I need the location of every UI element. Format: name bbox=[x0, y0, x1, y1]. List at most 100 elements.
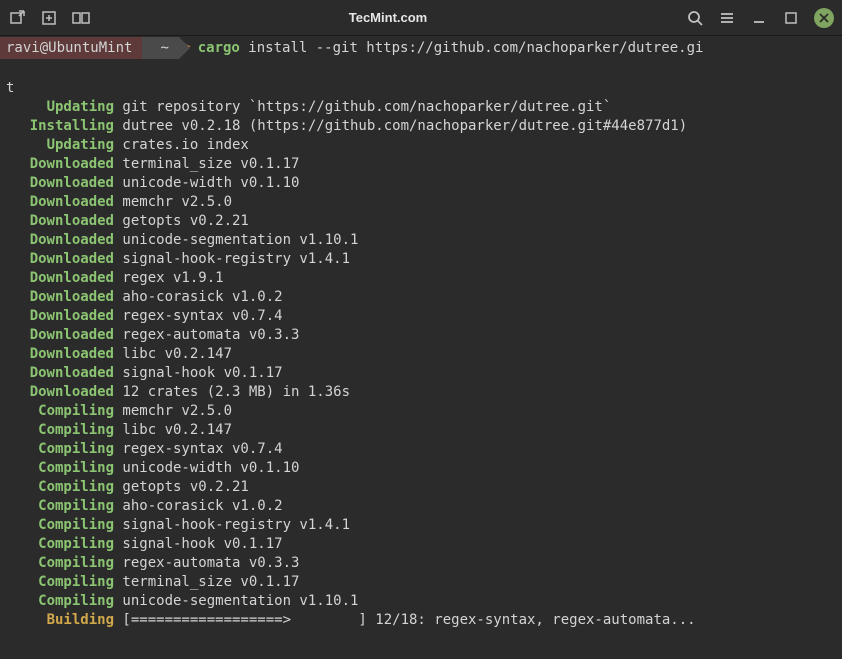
status-label: Downloaded bbox=[6, 155, 114, 174]
status-text: memchr v2.5.0 bbox=[114, 194, 232, 210]
output-line: Compiling memchr v2.5.0 bbox=[6, 402, 836, 421]
status-text: regex-syntax v0.7.4 bbox=[114, 441, 283, 457]
status-label: Installing bbox=[6, 117, 114, 136]
close-icon[interactable] bbox=[814, 8, 834, 28]
status-text: unicode-width v0.1.10 bbox=[114, 175, 299, 191]
status-label: Building bbox=[6, 611, 114, 630]
output-line: Updating git repository `https://github.… bbox=[6, 98, 836, 117]
status-label: Compiling bbox=[6, 421, 114, 440]
command-args: install --git https://github.com/nachopa… bbox=[240, 40, 704, 56]
split-icon[interactable] bbox=[72, 9, 90, 27]
status-label: Downloaded bbox=[6, 364, 114, 383]
output-line: Downloaded signal-hook-registry v1.4.1 bbox=[6, 250, 836, 269]
status-text: dutree v0.2.18 (https://github.com/nacho… bbox=[114, 118, 687, 134]
status-label: Downloaded bbox=[6, 383, 114, 402]
output-line: Compiling unicode-segmentation v1.10.1 bbox=[6, 592, 836, 611]
status-text: unicode-segmentation v1.10.1 bbox=[114, 593, 358, 609]
output-line: Compiling getopts v0.2.21 bbox=[6, 478, 836, 497]
status-text: aho-corasick v1.0.2 bbox=[114, 498, 283, 514]
status-label: Compiling bbox=[6, 592, 114, 611]
window-titlebar: TecMint.com bbox=[0, 0, 842, 36]
command-input[interactable]: cargo install --git https://github.com/n… bbox=[198, 40, 704, 56]
titlebar-right-controls bbox=[686, 8, 834, 28]
output-line: Compiling terminal_size v0.1.17 bbox=[6, 573, 836, 592]
status-label: Downloaded bbox=[6, 345, 114, 364]
prompt-cwd: ~ bbox=[142, 37, 178, 59]
output-line: Downloaded libc v0.2.147 bbox=[6, 345, 836, 364]
output-line: Compiling unicode-width v0.1.10 bbox=[6, 459, 836, 478]
output-line: Compiling libc v0.2.147 bbox=[6, 421, 836, 440]
command-binary: cargo bbox=[198, 40, 240, 56]
status-text: libc v0.2.147 bbox=[114, 346, 232, 362]
wrapped-char: t bbox=[6, 80, 14, 96]
search-icon[interactable] bbox=[686, 9, 704, 27]
window-title: TecMint.com bbox=[90, 10, 686, 25]
output-line: Compiling aho-corasick v1.0.2 bbox=[6, 497, 836, 516]
status-label: Downloaded bbox=[6, 269, 114, 288]
status-label: Downloaded bbox=[6, 193, 114, 212]
titlebar-left-controls bbox=[8, 9, 90, 27]
status-text: git repository `https://github.com/nacho… bbox=[114, 99, 611, 115]
status-text: signal-hook-registry v1.4.1 bbox=[114, 517, 350, 533]
status-label: Compiling bbox=[6, 516, 114, 535]
prompt-user-host: ravi@UbuntuMint bbox=[0, 37, 142, 59]
status-text: getopts v0.2.21 bbox=[114, 213, 249, 229]
status-text: regex v1.9.1 bbox=[114, 270, 224, 286]
new-tab-icon[interactable] bbox=[8, 9, 26, 27]
output-line: Compiling signal-hook v0.1.17 bbox=[6, 535, 836, 554]
status-text: memchr v2.5.0 bbox=[114, 403, 232, 419]
output-line: Compiling signal-hook-registry v1.4.1 bbox=[6, 516, 836, 535]
status-text: signal-hook-registry v1.4.1 bbox=[114, 251, 350, 267]
output-line: Updating crates.io index bbox=[6, 136, 836, 155]
output-line: Downloaded unicode-width v0.1.10 bbox=[6, 174, 836, 193]
status-label: Downloaded bbox=[6, 212, 114, 231]
status-text: terminal_size v0.1.17 bbox=[114, 574, 299, 590]
output-line: Downloaded terminal_size v0.1.17 bbox=[6, 155, 836, 174]
shell-prompt[interactable]: ravi@UbuntuMint ~ ➤ cargo install --git … bbox=[0, 36, 842, 60]
output-line: Downloaded memchr v2.5.0 bbox=[6, 193, 836, 212]
output-line: Downloaded 12 crates (2.3 MB) in 1.36s bbox=[6, 383, 836, 402]
status-label: Compiling bbox=[6, 459, 114, 478]
status-text: libc v0.2.147 bbox=[114, 422, 232, 438]
status-label: Downloaded bbox=[6, 174, 114, 193]
minimize-icon[interactable] bbox=[750, 9, 768, 27]
output-line: Downloaded aho-corasick v1.0.2 bbox=[6, 288, 836, 307]
status-label: Compiling bbox=[6, 554, 114, 573]
maximize-icon[interactable] bbox=[782, 9, 800, 27]
status-text: aho-corasick v1.0.2 bbox=[114, 289, 283, 305]
status-label: Compiling bbox=[6, 573, 114, 592]
output-line: Compiling regex-automata v0.3.3 bbox=[6, 554, 836, 573]
status-text: signal-hook v0.1.17 bbox=[114, 365, 283, 381]
status-label: Downloaded bbox=[6, 326, 114, 345]
status-label: Compiling bbox=[6, 478, 114, 497]
status-text: unicode-width v0.1.10 bbox=[114, 460, 299, 476]
output-line: Downloaded signal-hook v0.1.17 bbox=[6, 364, 836, 383]
output-line: Installing dutree v0.2.18 (https://githu… bbox=[6, 117, 836, 136]
status-label: Updating bbox=[6, 98, 114, 117]
status-text: crates.io index bbox=[114, 137, 249, 153]
status-label: Compiling bbox=[6, 497, 114, 516]
status-text: regex-syntax v0.7.4 bbox=[114, 308, 283, 324]
output-line: Downloaded getopts v0.2.21 bbox=[6, 212, 836, 231]
output-line: Downloaded regex-syntax v0.7.4 bbox=[6, 307, 836, 326]
output-line: Downloaded regex v1.9.1 bbox=[6, 269, 836, 288]
output-line: Compiling regex-syntax v0.7.4 bbox=[6, 440, 836, 459]
status-label: Downloaded bbox=[6, 250, 114, 269]
status-label: Compiling bbox=[6, 535, 114, 554]
status-label: Downloaded bbox=[6, 231, 114, 250]
status-label: Downloaded bbox=[6, 288, 114, 307]
status-label: Updating bbox=[6, 136, 114, 155]
status-text: regex-automata v0.3.3 bbox=[114, 327, 299, 343]
status-label: Compiling bbox=[6, 402, 114, 421]
new-window-icon[interactable] bbox=[40, 9, 58, 27]
status-text: signal-hook v0.1.17 bbox=[114, 536, 283, 552]
terminal-output[interactable]: t Updating git repository `https://githu… bbox=[0, 60, 842, 649]
status-label: Compiling bbox=[6, 440, 114, 459]
status-text: terminal_size v0.1.17 bbox=[114, 156, 299, 172]
menu-icon[interactable] bbox=[718, 9, 736, 27]
output-line: Downloaded regex-automata v0.3.3 bbox=[6, 326, 836, 345]
status-text: getopts v0.2.21 bbox=[114, 479, 249, 495]
output-line: Downloaded unicode-segmentation v1.10.1 bbox=[6, 231, 836, 250]
output-line: Building [==================> ] 12/18: r… bbox=[6, 611, 836, 630]
status-label: Downloaded bbox=[6, 307, 114, 326]
